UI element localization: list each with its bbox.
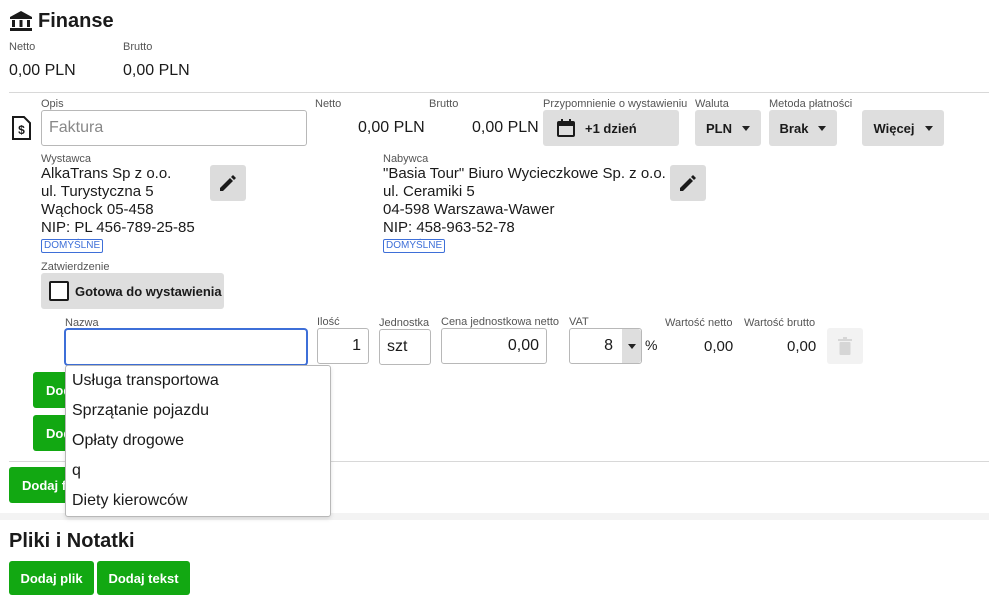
currency-label: Waluta — [695, 98, 729, 110]
invoice-brutto-value: 0,00 PLN — [472, 119, 539, 136]
suggestion-item[interactable]: Usługa transportowa — [66, 366, 330, 396]
invoice-dollar-icon: $ — [10, 116, 32, 140]
chevron-down-icon — [818, 125, 827, 131]
unit-label: Jednostka — [379, 317, 430, 329]
seller-label: Wystawca — [41, 153, 92, 165]
unit-input[interactable]: szt — [379, 329, 431, 365]
reminder-value: +1 dzień — [585, 120, 637, 136]
summary-brutto-value: 0,00 PLN — [123, 62, 190, 79]
summary-netto-value: 0,00 PLN — [9, 62, 76, 79]
currency-select[interactable]: PLN — [695, 110, 761, 146]
files-notes-title: Pliki i Notatki — [9, 530, 135, 552]
buyer-name: "Basia Tour" Biuro Wycieczkowe Sp. z o.o… — [383, 165, 666, 182]
ready-to-issue-label: Gotowa do wystawienia — [75, 283, 222, 299]
vat-label: VAT — [569, 316, 589, 328]
gross-total-value: 0,00 — [787, 338, 817, 355]
page-title: Finanse — [38, 10, 114, 32]
edit-buyer-button[interactable] — [670, 165, 706, 201]
buyer-nip: NIP: 458-963-52-78 — [383, 219, 515, 236]
add-file-button[interactable]: Dodaj plik — [9, 561, 94, 595]
calendar-icon — [557, 119, 575, 137]
suggestion-item[interactable]: Opłaty drogowe — [66, 426, 330, 456]
buyer-label: Nabywca — [383, 153, 429, 165]
more-button[interactable]: Więcej — [862, 110, 944, 146]
net-total-label: Wartość netto — [665, 317, 733, 329]
suggestion-item[interactable]: q — [66, 456, 330, 486]
vat-value: 8 — [604, 337, 613, 354]
currency-value: PLN — [706, 120, 732, 136]
add-invoice-label: Dodaj f — [22, 477, 67, 493]
ready-to-issue-toggle[interactable]: Gotowa do wystawienia — [41, 273, 224, 309]
seller-city: Wąchock 05-458 — [41, 201, 154, 218]
delete-item-button[interactable] — [827, 328, 863, 364]
chevron-down-icon — [924, 125, 933, 131]
invoice-netto-value: 0,00 PLN — [358, 119, 425, 136]
seller-street: ul. Turystyczna 5 — [41, 183, 154, 200]
suggestion-item[interactable]: Diety kierowców — [66, 486, 330, 516]
seller-default-tag: DOMYŚLNE — [41, 239, 104, 253]
item-name-suggestions: Usługa transportowa Sprzątanie pojazdu O… — [65, 365, 331, 517]
files-notes-panel: Pliki i Notatki Dodaj plik Dodaj tekst — [0, 520, 989, 607]
payment-method-value: Brak — [779, 120, 809, 136]
qty-label: Ilość — [317, 316, 340, 328]
bank-icon — [9, 10, 33, 32]
item-name-label: Nazwa — [65, 317, 99, 329]
chevron-down-icon — [742, 125, 750, 131]
trash-icon — [838, 337, 852, 355]
vat-percent-sign: % — [645, 337, 658, 353]
opis-input[interactable]: Faktura — [41, 110, 307, 146]
seller-name: AlkaTrans Sp z o.o. — [41, 165, 172, 182]
add-text-label: Dodaj tekst — [108, 570, 179, 586]
pencil-icon — [680, 175, 696, 191]
summary-netto-label: Netto — [9, 41, 36, 53]
invoice-brutto-label: Brutto — [429, 98, 459, 110]
svg-text:$: $ — [18, 123, 25, 137]
seller-nip: NIP: PL 456-789-25-85 — [41, 219, 195, 236]
buyer-street: ul. Ceramiki 5 — [383, 183, 475, 200]
suggestion-item[interactable]: Sprzątanie pojazdu — [66, 396, 330, 426]
gross-total-label: Wartość brutto — [744, 317, 816, 329]
reminder-button[interactable]: +1 dzień — [543, 110, 679, 146]
more-label: Więcej — [873, 120, 915, 136]
divider — [9, 92, 989, 93]
finance-panel: Finanse Netto 0,00 PLN Brutto 0,00 PLN $… — [0, 0, 989, 517]
vat-dropdown-toggle[interactable] — [622, 329, 641, 363]
pencil-icon — [220, 175, 236, 191]
item-name-input[interactable] — [65, 329, 307, 365]
summary-brutto-label: Brutto — [123, 41, 153, 53]
opis-label: Opis — [41, 98, 64, 110]
checkbox-icon — [49, 281, 69, 301]
approval-label: Zatwierdzenie — [41, 261, 110, 273]
buyer-city: 04-598 Warszawa-Wawer — [383, 201, 555, 218]
payment-method-label: Metoda płatności — [769, 98, 853, 110]
qty-input[interactable]: 1 — [317, 328, 369, 364]
buyer-default-tag: DOMYŚLNE — [383, 239, 446, 253]
add-text-button[interactable]: Dodaj tekst — [97, 561, 190, 595]
payment-method-select[interactable]: Brak — [769, 110, 837, 146]
invoice-netto-label: Netto — [315, 98, 342, 110]
reminder-label: Przypomnienie o wystawieniu — [543, 98, 688, 110]
unit-price-input[interactable]: 0,00 — [441, 328, 547, 364]
chevron-down-icon — [627, 343, 636, 349]
net-total-value: 0,00 — [704, 338, 734, 355]
add-file-label: Dodaj plik — [20, 570, 83, 586]
edit-seller-button[interactable] — [210, 165, 246, 201]
unit-price-label: Cena jednostkowa netto — [441, 316, 560, 328]
